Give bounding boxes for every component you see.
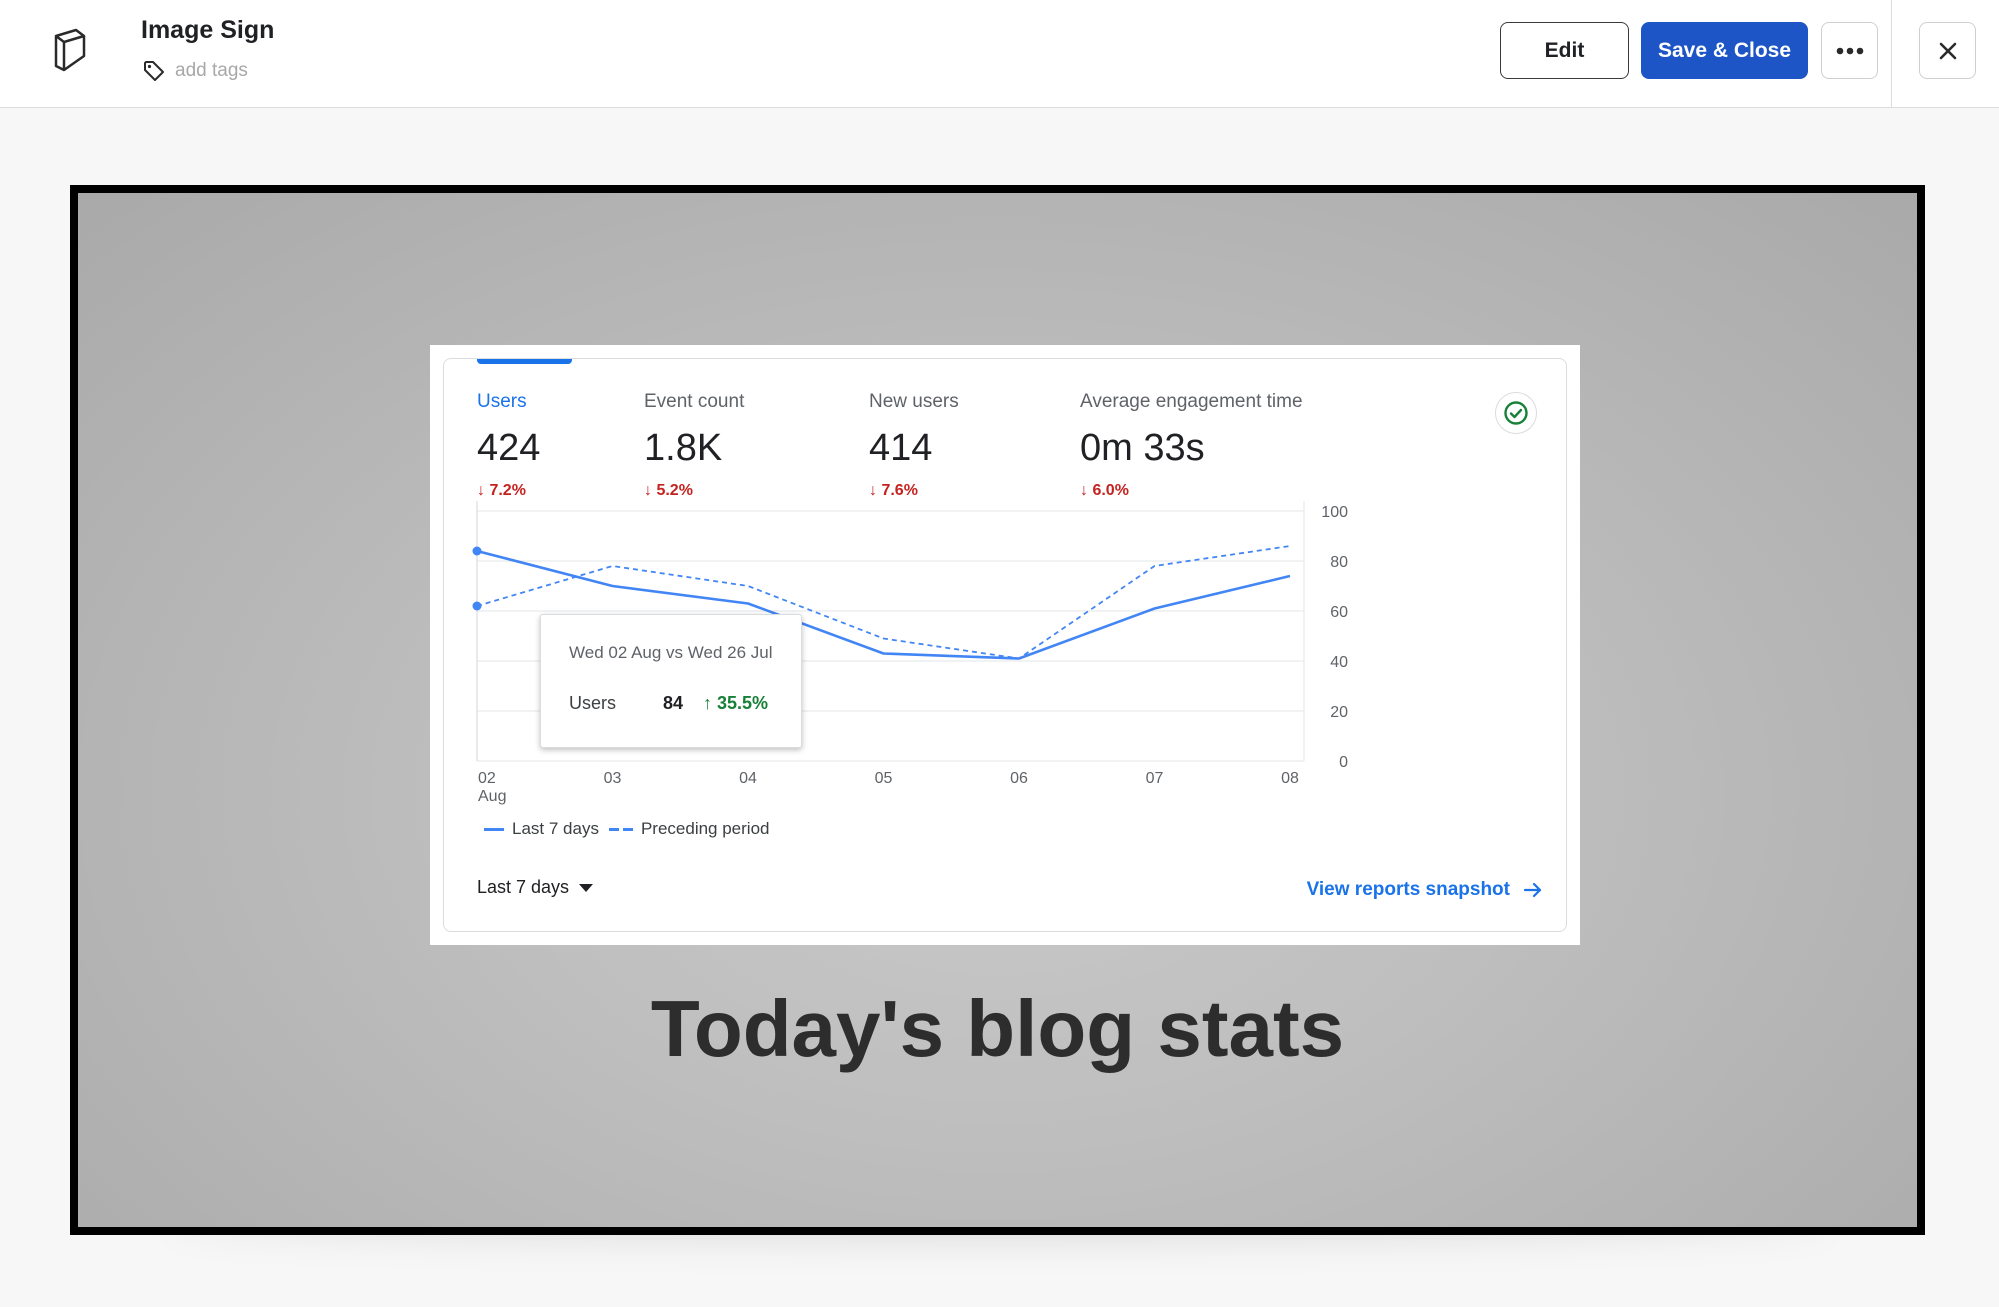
view-reports-label: View reports snapshot (1306, 879, 1510, 900)
sign-headline: Today's blog stats (650, 984, 1345, 1073)
header-divider (1891, 0, 1892, 108)
tooltip-value: 84 (663, 693, 684, 713)
tags-placeholder: add tags (175, 60, 248, 81)
x-tick-label: 08 (1281, 770, 1299, 787)
analytics-screenshot: Users 424 ↓ 7.2% Event count 1.8K ↓ 5.2%… (430, 345, 1580, 945)
users-line-chart: 100 80 60 40 20 0 02Aug 03 04 05 06 07 08 (472, 501, 1348, 805)
series-point (472, 601, 482, 611)
y-tick-label: 80 (1330, 554, 1348, 571)
chart-tooltip: Wed 02 Aug vs Wed 26 Jul Users 84 ↑ 35.5… (540, 614, 802, 748)
y-tick-label: 40 (1330, 654, 1348, 671)
edit-button[interactable]: Edit (1500, 22, 1629, 79)
y-tick-label: 60 (1330, 604, 1348, 621)
legend-item-last-7-days: Last 7 days (512, 819, 599, 838)
more-options-button[interactable] (1821, 22, 1878, 79)
x-tick-label: 04 (739, 770, 757, 787)
more-icon (1836, 47, 1863, 54)
series-point (472, 546, 482, 556)
top-bar: Image Sign add tags Edit Save & Close (0, 0, 1999, 108)
chart-legend: Last 7 days Preceding period (484, 819, 769, 839)
tooltip-metric: Users (569, 693, 617, 713)
tag-icon (144, 61, 164, 81)
document-title[interactable]: Image Sign (141, 16, 274, 45)
legend-item-preceding-period: Preceding period (640, 819, 770, 838)
y-tick-label: 20 (1330, 704, 1348, 721)
x-tick-label: 03 (604, 770, 622, 787)
x-tick-label: 02 (478, 770, 496, 787)
legend-solid-swatch (484, 827, 504, 831)
sign-preview-frame: Users 424 ↓ 7.2% Event count 1.8K ↓ 5.2%… (70, 185, 1925, 1235)
arrow-right-icon (1524, 882, 1542, 898)
tooltip-change: ↑ 35.5% (703, 693, 769, 713)
date-range-label: Last 7 days (477, 877, 570, 897)
y-tick-label: 0 (1339, 754, 1348, 771)
analytics-card: Users 424 ↓ 7.2% Event count 1.8K ↓ 5.2%… (443, 358, 1567, 932)
save-close-button[interactable]: Save & Close (1641, 22, 1808, 79)
x-tick-label: 06 (1010, 770, 1028, 787)
date-range-dropdown[interactable]: Last 7 days (477, 877, 594, 898)
x-tick-label: 05 (875, 770, 893, 787)
x-tick-label: 07 (1146, 770, 1164, 787)
view-reports-link[interactable]: View reports snapshot (1307, 879, 1542, 901)
close-icon (1939, 42, 1956, 59)
close-button[interactable] (1919, 22, 1976, 79)
tooltip-date: Wed 02 Aug vs Wed 26 Jul (569, 643, 773, 662)
x-tick-label: Aug (478, 788, 506, 805)
add-tags-field[interactable]: add tags (143, 60, 248, 82)
legend-dashed-swatch (608, 827, 633, 831)
y-tick-label: 100 (1321, 504, 1348, 521)
caret-down-icon (579, 883, 594, 892)
sign-canvas: Users 424 ↓ 7.2% Event count 1.8K ↓ 5.2%… (78, 193, 1917, 1227)
logo-icon (54, 28, 86, 72)
